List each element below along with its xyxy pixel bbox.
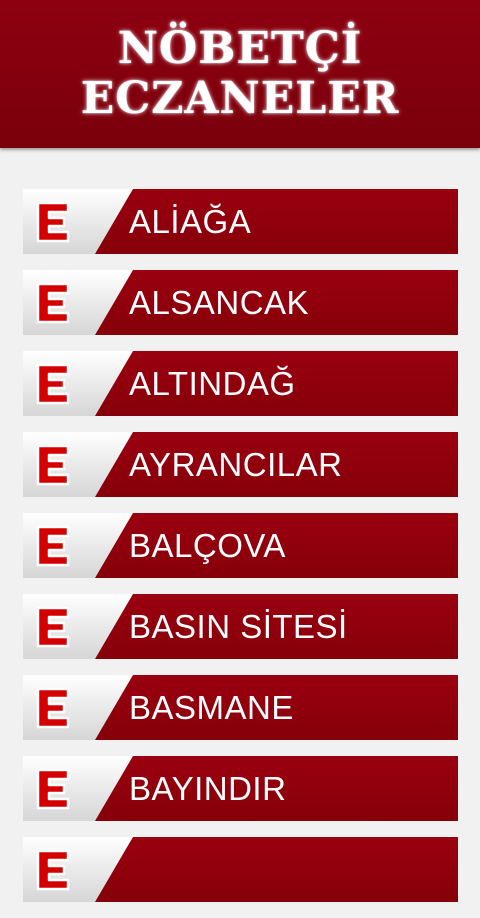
district-item[interactable]: ALSANCAK bbox=[23, 270, 458, 335]
district-item[interactable]: ALTINDAĞ bbox=[23, 351, 458, 416]
district-label: AYRANCILAR bbox=[129, 446, 343, 483]
district-item[interactable]: BASMANE bbox=[23, 675, 458, 740]
district-label: BASMANE bbox=[129, 689, 294, 726]
district-label: BAYINDIR bbox=[129, 770, 287, 807]
pharmacy-e-icon bbox=[36, 363, 70, 405]
pharmacy-e-icon bbox=[36, 849, 70, 891]
app-header: NÖBETÇİ ECZANELER bbox=[0, 0, 480, 148]
district-item[interactable]: BASIN SİTESİ bbox=[23, 594, 458, 659]
district-label: BALÇOVA bbox=[129, 527, 286, 564]
district-list: ALİAĞA ALSANCAK ALTINDAĞ AYRANCILAR BALÇOVA B… bbox=[23, 189, 458, 918]
pharmacy-e-icon bbox=[36, 768, 70, 810]
pharmacy-e-icon bbox=[36, 201, 70, 243]
district-item[interactable]: ALİAĞA bbox=[23, 189, 458, 254]
district-label: ALİAĞA bbox=[129, 203, 252, 240]
pharmacy-e-icon bbox=[36, 444, 70, 486]
pharmacy-e-icon bbox=[36, 282, 70, 324]
district-item[interactable]: BAYINDIR bbox=[23, 756, 458, 821]
district-label: ALTINDAĞ bbox=[129, 365, 296, 402]
district-label: BASIN SİTESİ bbox=[129, 608, 348, 645]
pharmacy-e-icon bbox=[36, 606, 70, 648]
pharmacy-e-icon bbox=[36, 687, 70, 729]
district-label: ALSANCAK bbox=[129, 284, 310, 321]
district-item[interactable]: BALÇOVA bbox=[23, 513, 458, 578]
pharmacy-e-icon bbox=[36, 525, 70, 567]
header-title-line1: NÖBETÇİ bbox=[117, 23, 363, 74]
district-item[interactable]: AYRANCILAR bbox=[23, 432, 458, 497]
district-item[interactable] bbox=[23, 837, 458, 902]
header-title-line2: ECZANELER bbox=[80, 73, 400, 124]
